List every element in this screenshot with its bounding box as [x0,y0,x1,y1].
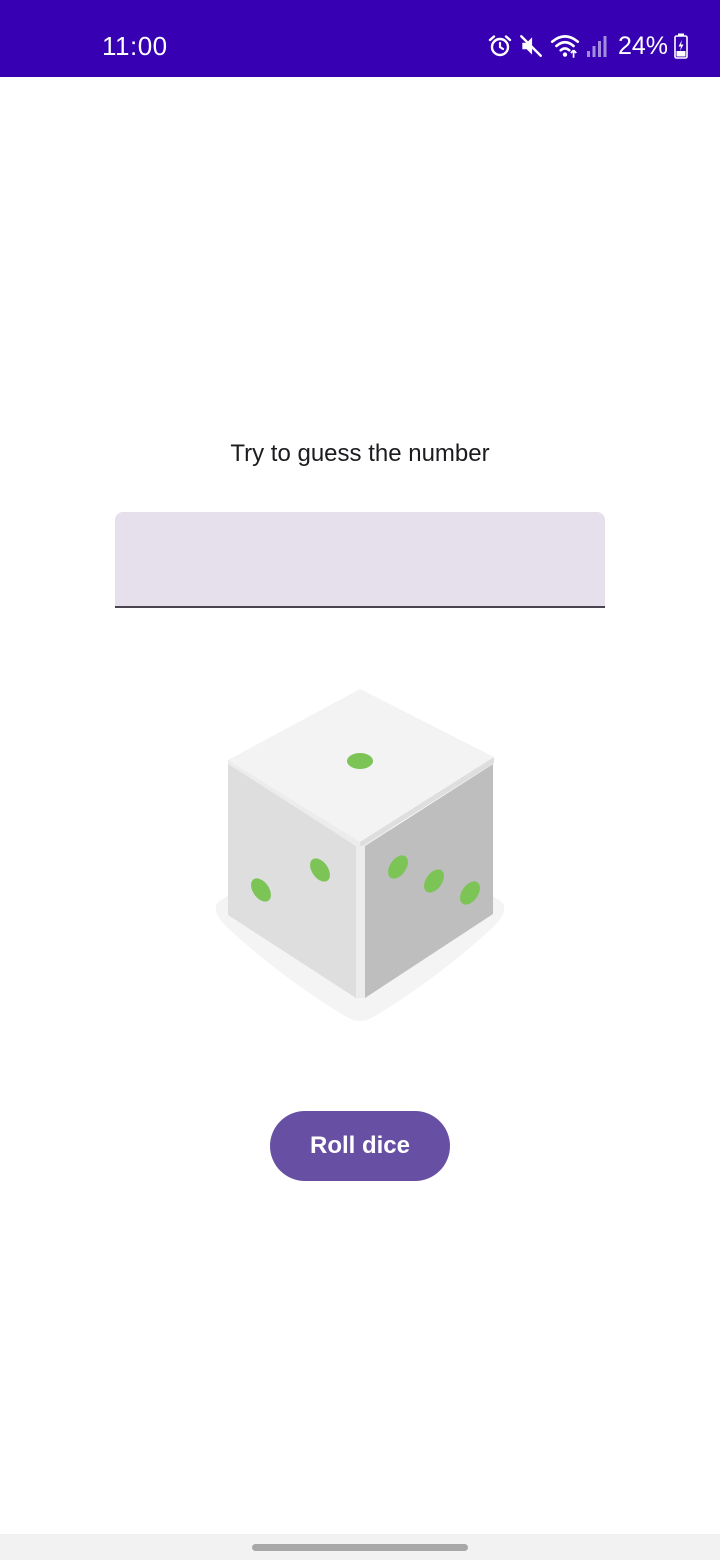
dice-roller-screen: 11:00 24% Try to guess the number Roll d… [0,0,720,1560]
wifi-icon [550,33,580,59]
dice-icon [200,680,520,1035]
roll-dice-button[interactable]: Roll dice [270,1111,450,1181]
guess-prompt: Try to guess the number [230,440,490,467]
guess-input[interactable] [115,512,605,608]
battery-percent: 24% [617,32,668,60]
status-time: 11:00 [102,31,168,61]
home-handle[interactable] [252,1544,468,1551]
navigation-bar [0,1534,720,1560]
status-icons: 24% [488,28,688,64]
battery-charging-icon [674,33,688,59]
status-bar: 11:00 24% [0,0,720,77]
alarm-icon [488,34,512,58]
signal-icon [586,34,608,58]
mute-icon [518,33,544,59]
